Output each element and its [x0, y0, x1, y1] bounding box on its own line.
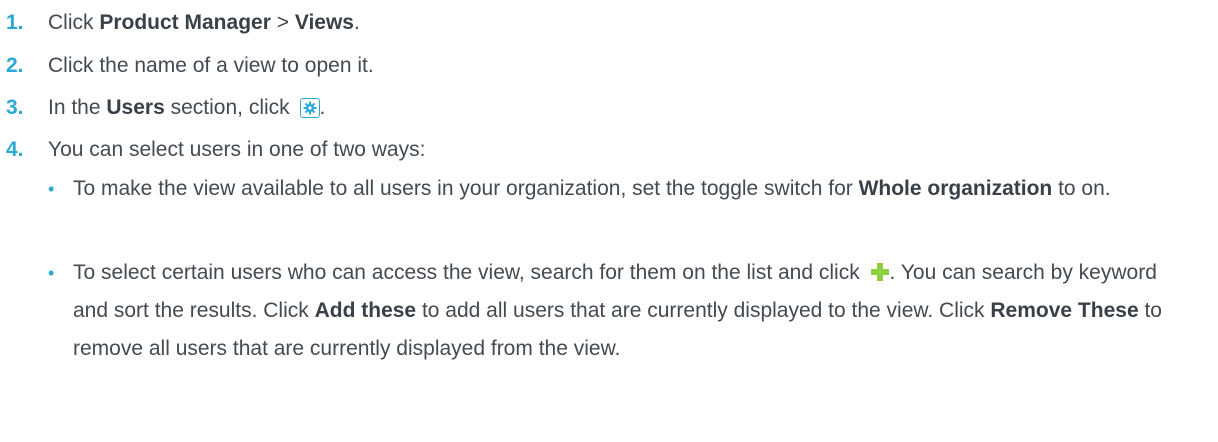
- whole-organization-label: Whole organization: [858, 177, 1053, 200]
- step-text: Click Product Manager > Views.: [48, 11, 360, 34]
- add-these-label: Add these: [314, 299, 417, 322]
- plus-icon: [870, 263, 889, 281]
- step-4: 4. You can select users in one of two wa…: [0, 135, 1200, 165]
- step-text: Click the name of a view to open it.: [48, 54, 374, 77]
- step-number: 1.: [6, 11, 24, 34]
- bullet-dot: •: [48, 179, 55, 199]
- gear-icon: [299, 98, 320, 118]
- step-1: 1. Click Product Manager > Views.: [0, 8, 1200, 38]
- bullet-text: To select certain users who can access t…: [73, 261, 1162, 360]
- menu-views: Views: [294, 11, 354, 34]
- menu-product-manager: Product Manager: [99, 11, 271, 34]
- bullet-dot: •: [48, 263, 55, 283]
- bullet-text: To make the view available to all users …: [73, 177, 1111, 200]
- step-number: 4.: [6, 138, 24, 161]
- step-text: You can select users in one of two ways:: [48, 138, 426, 161]
- step-number: 3.: [6, 96, 24, 119]
- step-3: 3. In the Users section, click .: [0, 93, 1200, 123]
- step-2: 2. Click the name of a view to open it.: [0, 51, 1200, 81]
- remove-these-label: Remove These: [990, 299, 1139, 322]
- step-number: 2.: [6, 54, 24, 77]
- users-section-label: Users: [106, 96, 165, 119]
- step-text: In the Users section, click .: [48, 96, 326, 119]
